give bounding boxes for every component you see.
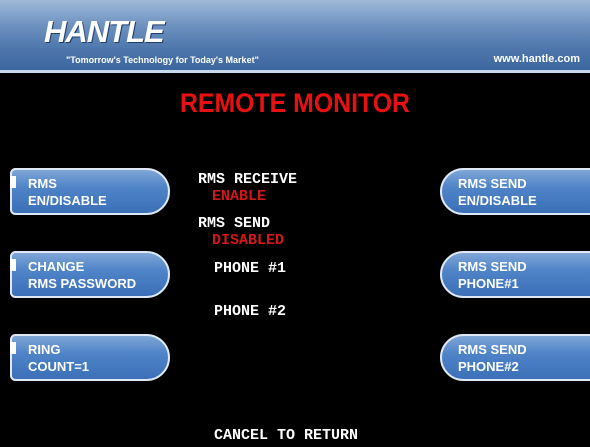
button-label-line1: RMS SEND: [458, 259, 527, 274]
button-label-line2: PHONE#2: [458, 359, 519, 374]
rms-send-value: DISABLED: [212, 232, 285, 249]
tagline: "Tomorrow's Technology for Today's Marke…: [66, 55, 259, 65]
rms-receive-value: ENABLE: [212, 188, 267, 205]
header-banner: HANTLE "Tomorrow's Technology for Today'…: [0, 0, 590, 73]
phone1-label: PHONE #1: [214, 260, 287, 277]
button-label-line1: RING: [28, 342, 61, 357]
hantle-logo: HANTLE: [44, 14, 165, 49]
button-tick-icon: [10, 342, 16, 354]
button-label-line2: RMS PASSWORD: [28, 276, 137, 291]
rms-send-enable-disable-button[interactable]: RMS SEND EN/DISABLE: [440, 168, 590, 215]
ring-count-button[interactable]: RING COUNT=1: [10, 334, 170, 381]
phone2-label: PHONE #2: [214, 303, 287, 320]
website-url: www.hantle.com: [493, 53, 580, 65]
rms-send-label: RMS SEND: [198, 215, 271, 232]
page-title: REMOTE MONITOR: [179, 88, 410, 118]
button-label-line1: RMS SEND: [458, 342, 527, 357]
button-label-line2: COUNT=1: [28, 359, 90, 374]
cancel-to-return-text: CANCEL TO RETURN: [214, 427, 359, 444]
change-rms-password-button[interactable]: CHANGE RMS PASSWORD: [10, 251, 170, 298]
rms-receive-label: RMS RECEIVE: [198, 171, 298, 188]
button-label-line1: RMS: [28, 176, 57, 191]
button-label-line2: EN/DISABLE: [458, 193, 537, 208]
button-label-line2: EN/DISABLE: [28, 193, 107, 208]
button-tick-icon: [10, 176, 16, 188]
button-tick-icon: [10, 259, 16, 271]
button-label-line1: RMS SEND: [458, 176, 527, 191]
rms-send-phone2-button[interactable]: RMS SEND PHONE#2: [440, 334, 590, 381]
rms-send-phone1-button[interactable]: RMS SEND PHONE#1: [440, 251, 590, 298]
rms-enable-disable-button[interactable]: RMS EN/DISABLE: [10, 168, 170, 215]
button-label-line1: CHANGE: [28, 259, 85, 274]
button-label-line2: PHONE#1: [458, 276, 519, 291]
